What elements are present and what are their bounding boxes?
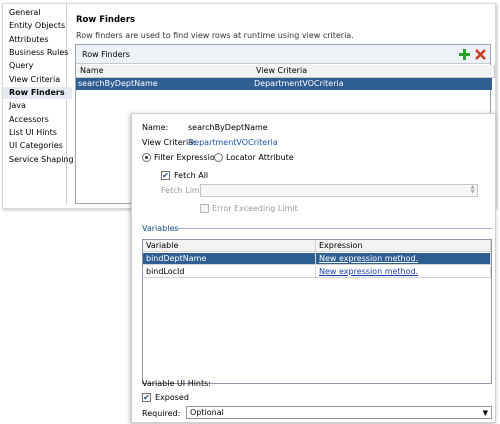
locator-attribute-radio[interactable]	[214, 153, 223, 162]
filter-expression-label: Filter Expression	[154, 153, 220, 162]
nav-item-list-ui-hints[interactable]: List UI Hints	[9, 127, 57, 139]
panel-title: Row Finders	[82, 50, 130, 59]
required-select[interactable]: Optional ▼	[186, 406, 492, 419]
view-criteria-link[interactable]: DepartmentVOCriteria	[188, 138, 278, 147]
error-exceeding-checkbox[interactable]	[200, 204, 209, 213]
panel-header: Row Finders	[76, 45, 490, 64]
fetch-limit-field[interactable]: ▲ ▼	[200, 184, 478, 197]
row-finder-detail-panel: Name: searchByDeptName View Criteria: De…	[131, 113, 496, 423]
expression-link[interactable]: New expression method.	[319, 267, 418, 276]
locator-attribute-label: Locator Attribute	[226, 153, 294, 162]
plus-icon[interactable]	[459, 49, 470, 60]
nav-item-entity-objects[interactable]: Entity Objects	[9, 20, 65, 32]
variable-ui-hints-label: Variable UI Hints:	[142, 379, 211, 388]
variable-cell[interactable]: bindDeptName	[143, 253, 316, 265]
variable-cell[interactable]: bindLocId	[143, 266, 316, 278]
section-title: Row Finders	[76, 15, 136, 25]
section-divider	[178, 228, 492, 229]
nav-item-view-criteria[interactable]: View Criteria	[9, 74, 60, 86]
nav-item-query[interactable]: Query	[9, 60, 33, 72]
required-label: Required:	[142, 409, 181, 418]
exposed-label: Exposed	[155, 393, 189, 402]
delete-x-icon[interactable]	[475, 49, 486, 60]
nav-item-ui-categories[interactable]: UI Categories	[9, 140, 63, 152]
row-view-criteria-cell[interactable]: DepartmentVOCriteria	[252, 78, 492, 90]
name-label: Name:	[142, 123, 169, 132]
error-exceeding-label: Error Exceeding Limit	[212, 204, 298, 213]
section-description: Row finders are used to find view rows a…	[76, 31, 354, 40]
nav-item-attributes[interactable]: Attributes	[9, 34, 49, 46]
nav-item-service-shaping[interactable]: Service Shaping	[9, 154, 74, 166]
filter-expression-radio[interactable]	[142, 153, 151, 162]
nav-item-general[interactable]: General	[9, 7, 41, 19]
variables-section-label: Variables	[142, 224, 179, 233]
nav-item-business-rules[interactable]: Business Rules	[9, 47, 68, 59]
chevron-down-icon[interactable]: ▼	[483, 408, 488, 418]
name-value: searchByDeptName	[188, 123, 268, 132]
column-header-name[interactable]: Name	[76, 65, 257, 78]
required-select-value: Optional	[190, 408, 224, 417]
column-header-variable[interactable]: Variable	[143, 240, 316, 252]
variables-table: Variable Expression bindDeptName New exp…	[142, 239, 492, 384]
nav-item-row-finders[interactable]: Row Finders	[3, 87, 72, 99]
row-name-cell[interactable]: searchByDeptName	[76, 78, 255, 90]
fetch-all-label: Fetch All	[174, 171, 209, 180]
spinner-icon[interactable]: ▲ ▼	[469, 185, 476, 196]
fetch-all-checkbox[interactable]: ✔	[161, 171, 170, 180]
column-header-expression[interactable]: Expression	[316, 240, 491, 252]
exposed-checkbox[interactable]: ✔	[142, 393, 151, 402]
nav-item-accessors[interactable]: Accessors	[9, 114, 49, 126]
editor-nav-panel: General Entity Objects Attributes Busine…	[3, 4, 74, 204]
column-header-view-criteria[interactable]: View Criteria	[252, 65, 495, 78]
nav-item-java[interactable]: Java	[9, 100, 26, 112]
expression-link[interactable]: New expression method.	[319, 254, 418, 263]
